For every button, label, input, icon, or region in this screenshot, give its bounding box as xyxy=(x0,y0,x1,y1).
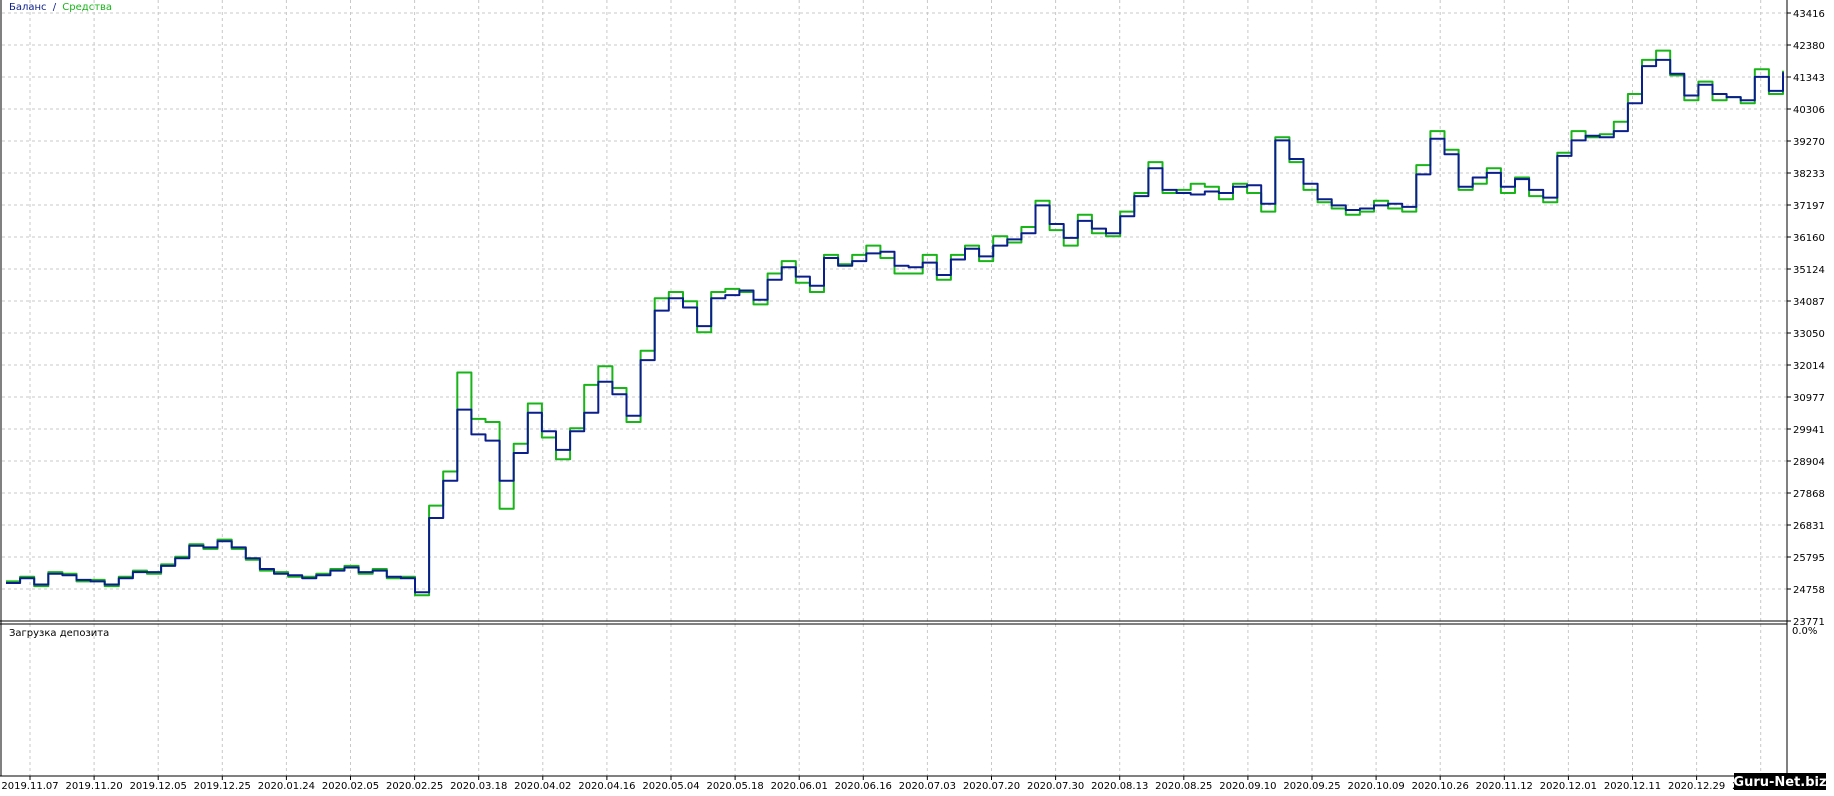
sub-panel-title: Загрузка депозита xyxy=(9,628,109,639)
y-tick-label: 32014 xyxy=(1793,361,1825,372)
x-tick-label: 2019.12.05 xyxy=(130,781,187,792)
y-tick-label: 35124 xyxy=(1793,265,1825,276)
y-tick-label: 37197 xyxy=(1793,201,1825,212)
x-tick-label: 2020.02.25 xyxy=(386,781,443,792)
y-tick-label: 38233 xyxy=(1793,169,1825,180)
x-tick-label: 2020.09.25 xyxy=(1283,781,1340,792)
x-tick-label: 2020.10.09 xyxy=(1347,781,1404,792)
y-tick-label: 24758 xyxy=(1793,585,1825,596)
x-tick-label: 2020.03.18 xyxy=(450,781,507,792)
y-tick-label: 41343 xyxy=(1793,73,1825,84)
x-tick-label: 2019.12.25 xyxy=(194,781,251,792)
legend-separator: / xyxy=(53,2,57,13)
x-tick-label: 2020.07.03 xyxy=(899,781,956,792)
x-tick-label: 2020.06.16 xyxy=(835,781,892,792)
x-tick-label: 2020.02.05 xyxy=(322,781,379,792)
y-tick-label: 25795 xyxy=(1793,553,1825,564)
x-tick-label: 2019.11.20 xyxy=(65,781,122,792)
x-tick-label: 2020.08.13 xyxy=(1091,781,1148,792)
y-tick-label: 40306 xyxy=(1793,105,1825,116)
x-tick-label: 2020.12.29 xyxy=(1668,781,1725,792)
x-tick-label: 2020.05.18 xyxy=(706,781,763,792)
x-tick-label: 2020.06.01 xyxy=(771,781,828,792)
y-tick-label: 39270 xyxy=(1793,137,1825,148)
x-tick-label: 2020.08.25 xyxy=(1155,781,1212,792)
x-tick-label: 2020.09.10 xyxy=(1219,781,1276,792)
x-tick-label: 2020.01.24 xyxy=(258,781,315,792)
y-tick-label: 43416 xyxy=(1793,9,1825,20)
y-tick-label: 33050 xyxy=(1793,329,1825,340)
x-tick-label: 2020.04.02 xyxy=(514,781,571,792)
x-tick-label: 2020.05.04 xyxy=(642,781,699,792)
x-tick-label: 2020.07.20 xyxy=(963,781,1020,792)
y-tick-label: 34087 xyxy=(1793,297,1825,308)
y-tick-label: 26831 xyxy=(1793,521,1825,532)
balance-equity-chart: 43416 42380 41343 40306 39270 38233 37197 36160… xyxy=(0,0,1834,796)
x-tick-label: 2020.11.12 xyxy=(1476,781,1533,792)
y-tick-label: 42380 xyxy=(1793,41,1825,52)
y-tick-label: 29941 xyxy=(1793,425,1825,436)
x-tick-label: 2020.12.01 xyxy=(1540,781,1597,792)
y-tick-label: 36160 xyxy=(1793,233,1825,244)
x-tick-label: 2020.10.26 xyxy=(1412,781,1469,792)
legend-balance: Баланс xyxy=(9,2,47,13)
chart-background xyxy=(0,0,1834,796)
y-tick-label: 28904 xyxy=(1793,457,1825,468)
x-tick-label: 2020.04.16 xyxy=(578,781,635,792)
x-tick-label: 2020.12.11 xyxy=(1604,781,1661,792)
sub-panel-scale-label: 0.0% xyxy=(1792,626,1817,637)
x-tick-label: 2020.07.30 xyxy=(1027,781,1084,792)
y-tick-label: 30977 xyxy=(1793,393,1825,404)
x-tick-label: 2019.11.07 xyxy=(1,781,58,792)
y-tick-label: 27868 xyxy=(1793,489,1825,500)
watermark: Guru-Net.biz xyxy=(1733,775,1826,790)
legend-equity: Средства xyxy=(62,2,112,13)
